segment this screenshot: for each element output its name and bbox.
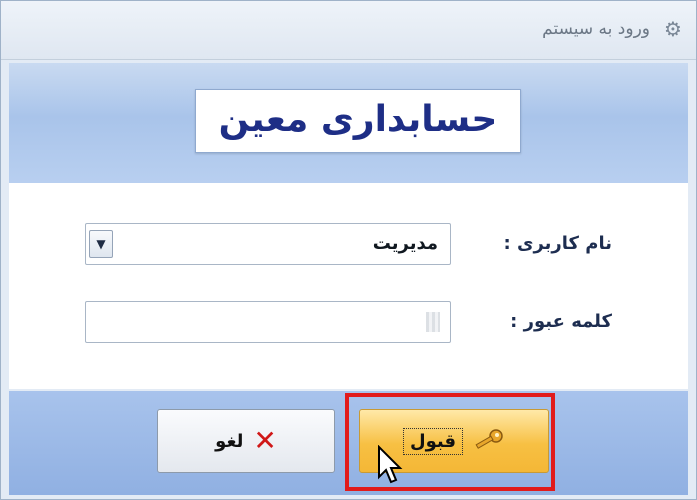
button-bar: ✕ لغو قبول	[9, 391, 688, 495]
login-window: ⚙ ورود به سیستم حسابداری معین نام کاربری…	[0, 0, 697, 500]
text-caret	[426, 312, 440, 332]
password-label: کلمه عبور :	[510, 311, 612, 332]
window-title: ورود به سیستم	[542, 19, 650, 39]
ok-button-label: قبول	[402, 427, 464, 455]
mouse-pointer-icon	[378, 445, 403, 484]
close-x-icon: ✕	[253, 424, 277, 457]
cancel-button[interactable]: ✕ لغو	[157, 409, 335, 473]
username-value: مدیریت	[372, 233, 438, 254]
app-title: حسابداری معین	[218, 99, 498, 140]
password-input[interactable]	[85, 301, 451, 343]
chevron-down-icon[interactable]: ▼	[89, 230, 113, 258]
username-label: نام کاربری :	[503, 233, 612, 254]
cancel-button-label: لغو	[215, 430, 244, 452]
header-band: حسابداری معین	[9, 63, 688, 183]
window-app-icon: ⚙	[664, 17, 682, 41]
login-form: نام کاربری : ▼ مدیریت کلمه عبور :	[9, 183, 688, 389]
key-icon	[473, 427, 505, 455]
title-bar: ⚙ ورود به سیستم	[1, 1, 696, 60]
username-combobox[interactable]: ▼ مدیریت	[85, 223, 451, 265]
app-banner: حسابداری معین	[195, 89, 521, 153]
